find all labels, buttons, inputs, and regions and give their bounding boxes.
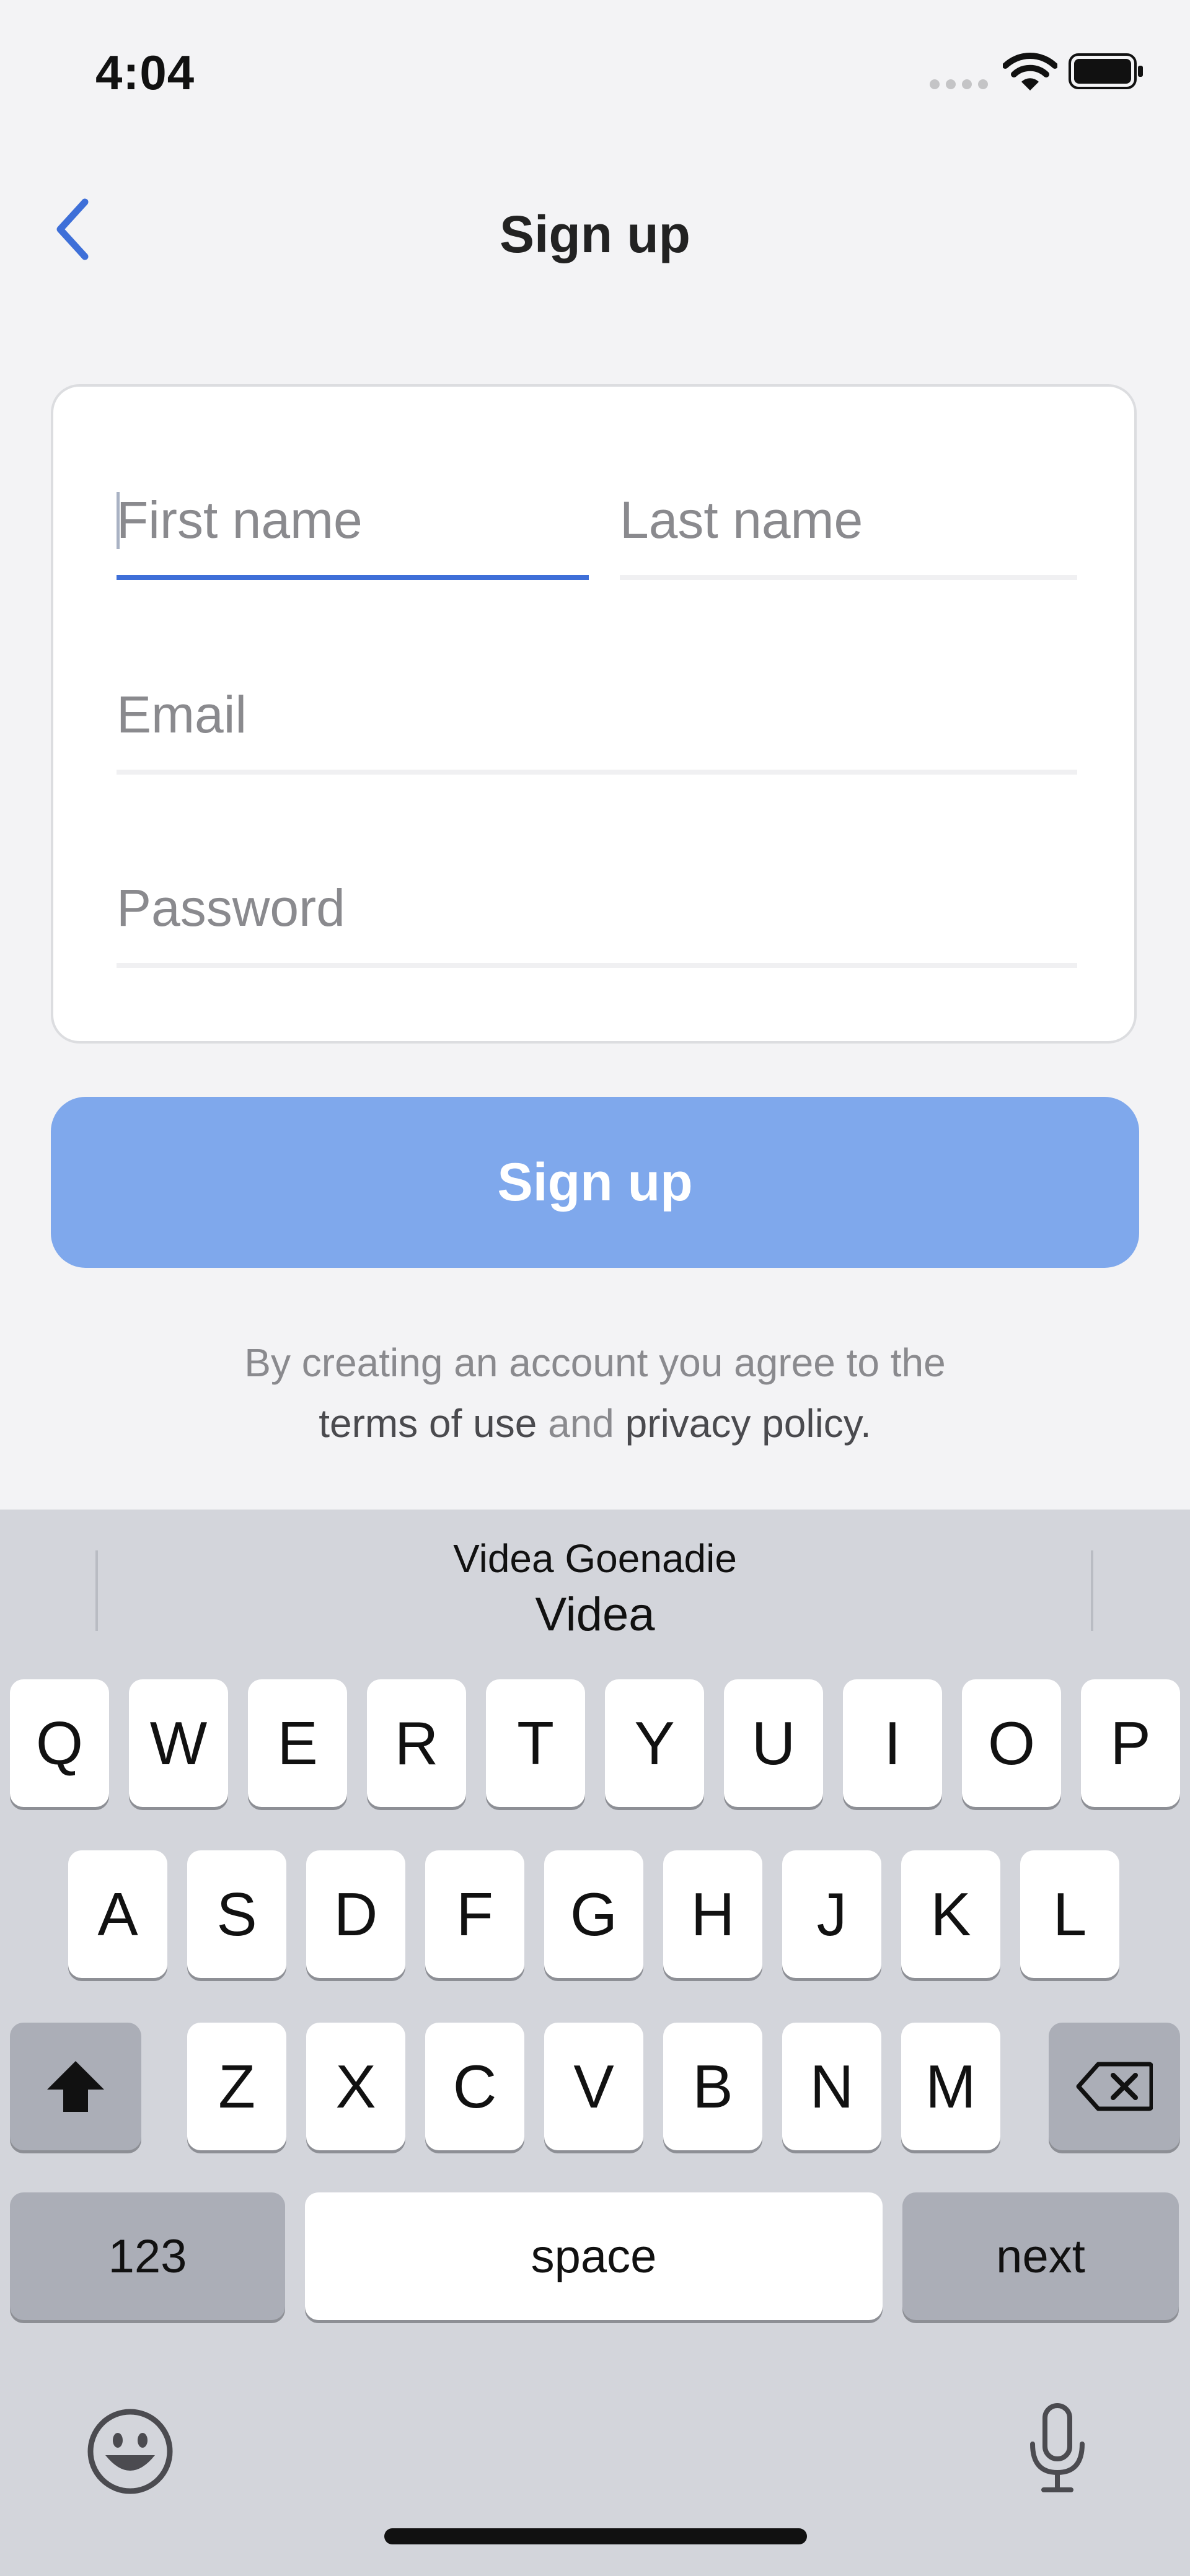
space-key[interactable]: space [305, 2192, 883, 2320]
page-title: Sign up [500, 205, 690, 263]
key-v[interactable]: V [544, 2023, 643, 2150]
key-o[interactable]: O [962, 1679, 1061, 1807]
key-a[interactable]: A [68, 1850, 167, 1978]
first-name-underline [117, 575, 589, 580]
email-input[interactable] [117, 680, 1077, 749]
password-field[interactable] [117, 874, 1077, 968]
autofill-suggestion[interactable]: Videa [0, 1588, 1190, 1642]
autofill-suggestion-name[interactable]: Videa Goenadie [0, 1536, 1190, 1581]
key-u[interactable]: U [724, 1679, 823, 1807]
key-k[interactable]: K [901, 1850, 1000, 1978]
terms-line-1: By creating an account you agree to the [244, 1340, 946, 1385]
key-l[interactable]: L [1020, 1850, 1119, 1978]
shift-key[interactable] [10, 2023, 141, 2150]
terms-notice: By creating an account you agree to the … [0, 1332, 1190, 1454]
last-name-field[interactable] [620, 486, 1077, 580]
battery-icon [1069, 53, 1143, 89]
password-underline [117, 963, 1077, 968]
key-b[interactable]: B [663, 2023, 762, 2150]
key-y[interactable]: Y [605, 1679, 704, 1807]
privacy-policy-link[interactable]: privacy policy [625, 1401, 860, 1446]
microphone-icon[interactable] [1025, 2402, 1090, 2495]
key-p[interactable]: P [1081, 1679, 1180, 1807]
key-d[interactable]: D [306, 1850, 405, 1978]
sign-up-button[interactable]: Sign up [51, 1097, 1139, 1268]
emoji-icon[interactable] [87, 2408, 174, 2495]
keyboard: Videa Goenadie Videa QWERTYUIOP ASDFGHJK… [0, 1510, 1190, 2576]
first-name-field[interactable] [117, 486, 589, 580]
terms-of-use-link[interactable]: terms of use [319, 1401, 537, 1446]
email-underline [117, 770, 1077, 775]
key-g[interactable]: G [544, 1850, 643, 1978]
next-key[interactable]: next [902, 2192, 1179, 2320]
signup-form-card [51, 384, 1137, 1044]
terms-and-text: and [537, 1401, 625, 1446]
status-time: 4:04 [95, 45, 195, 100]
delete-key[interactable] [1049, 2023, 1180, 2150]
numbers-key[interactable]: 123 [10, 2192, 285, 2320]
key-s[interactable]: S [187, 1850, 286, 1978]
key-i[interactable]: I [843, 1679, 942, 1807]
key-z[interactable]: Z [187, 2023, 286, 2150]
backspace-icon [1076, 2062, 1153, 2111]
terms-period: . [860, 1401, 871, 1446]
wifi-icon [1003, 53, 1057, 90]
terms-line-2: terms of use and privacy policy. [0, 1393, 1190, 1454]
home-indicator [384, 2528, 807, 2544]
key-c[interactable]: C [425, 2023, 524, 2150]
key-t[interactable]: T [486, 1679, 585, 1807]
cellular-signal-icon [930, 79, 988, 89]
email-field[interactable] [117, 680, 1077, 775]
key-r[interactable]: R [367, 1679, 466, 1807]
key-m[interactable]: M [901, 2023, 1000, 2150]
key-n[interactable]: N [782, 2023, 881, 2150]
shift-arrow-icon [47, 2061, 104, 2112]
key-q[interactable]: Q [10, 1679, 109, 1807]
last-name-input[interactable] [620, 486, 1077, 554]
key-j[interactable]: J [782, 1850, 881, 1978]
key-h[interactable]: H [663, 1850, 762, 1978]
key-w[interactable]: W [129, 1679, 228, 1807]
key-x[interactable]: X [306, 2023, 405, 2150]
password-input[interactable] [117, 874, 1077, 942]
key-f[interactable]: F [425, 1850, 524, 1978]
first-name-input[interactable] [117, 486, 589, 554]
text-cursor [117, 492, 120, 549]
last-name-underline [620, 575, 1077, 580]
key-e[interactable]: E [248, 1679, 347, 1807]
